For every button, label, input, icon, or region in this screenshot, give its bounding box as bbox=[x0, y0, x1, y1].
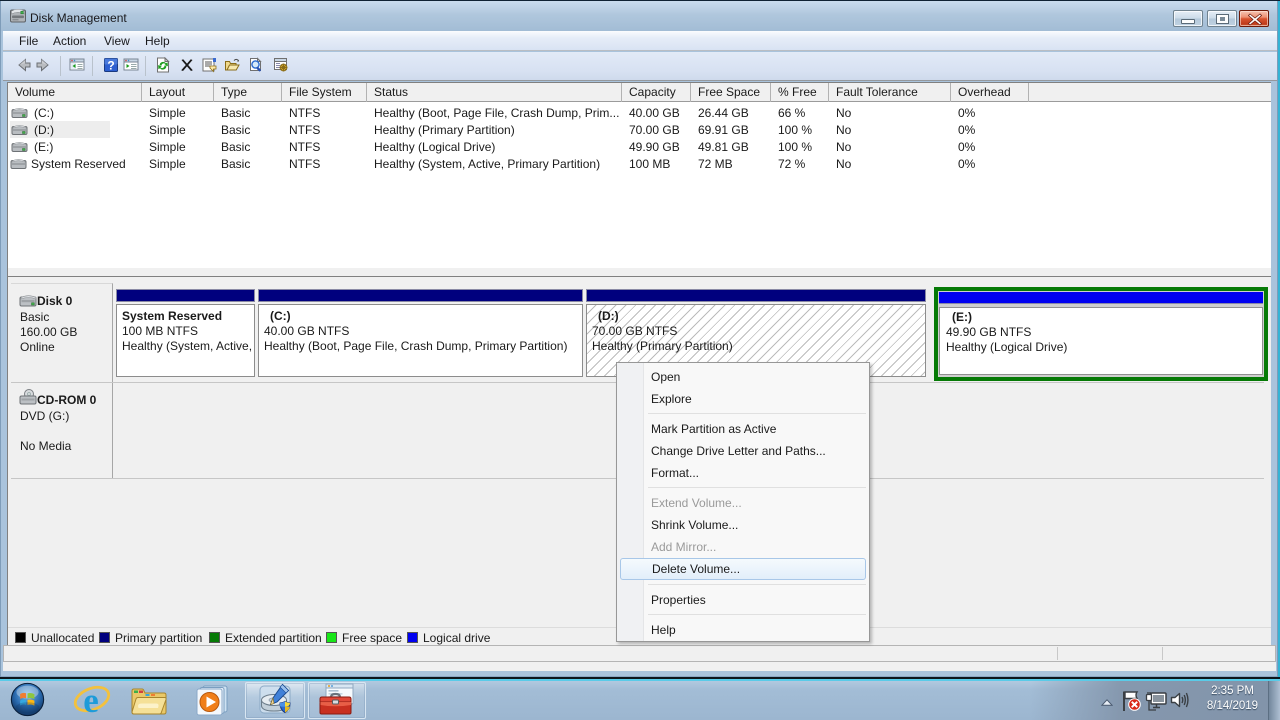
svg-text:e: e bbox=[83, 682, 99, 718]
svg-text:?: ? bbox=[107, 59, 114, 73]
